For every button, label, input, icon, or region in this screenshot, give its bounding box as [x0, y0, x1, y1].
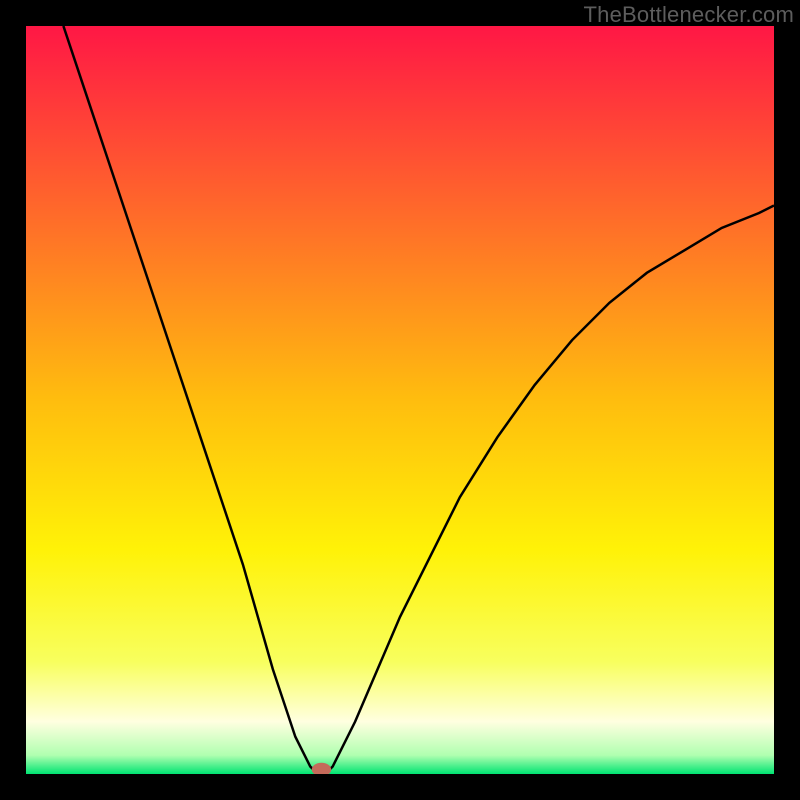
chart-frame: TheBottlenecker.com: [0, 0, 800, 800]
watermark-text: TheBottlenecker.com: [584, 2, 794, 28]
heat-gradient-background: [26, 26, 774, 774]
plot-area: [26, 26, 774, 774]
chart-svg: [26, 26, 774, 774]
